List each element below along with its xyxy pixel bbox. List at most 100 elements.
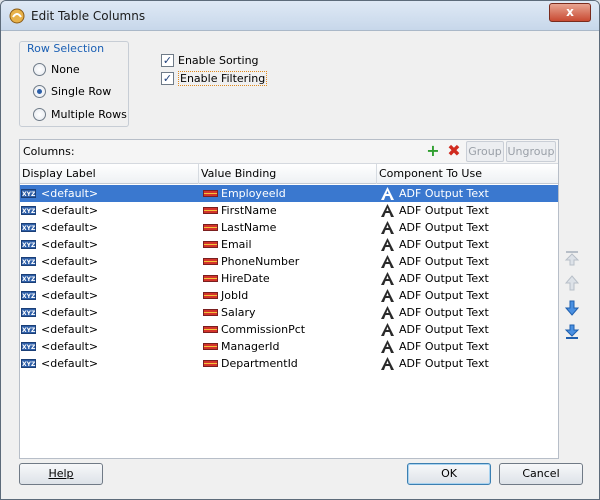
cell-value-binding[interactable]: FirstName — [203, 202, 377, 219]
cancel-button[interactable]: Cancel — [499, 463, 583, 485]
cell-component-to-use[interactable]: ADF Output Text — [380, 270, 556, 287]
table-row[interactable]: XYZ <default> ManagerId ADF Output Text — [20, 338, 558, 355]
table-row[interactable]: XYZ <default> CommissionPct ADF Output Text — [20, 321, 558, 338]
xyz-icon: XYZ — [21, 359, 36, 368]
cell-component-to-use[interactable]: ADF Output Text — [380, 236, 556, 253]
dialog-title: Edit Table Columns — [31, 9, 146, 23]
cell-value-binding[interactable]: DepartmentId — [203, 355, 377, 372]
xyz-icon: XYZ — [21, 274, 36, 283]
enable-sorting-checkbox[interactable]: ✓ Enable Sorting — [161, 54, 259, 67]
table-row[interactable]: XYZ <default> EmployeeId ADF Output Text — [20, 185, 558, 202]
adf-output-text-icon — [381, 255, 394, 268]
group-button[interactable]: Group — [466, 141, 504, 162]
move-to-bottom-icon[interactable] — [564, 324, 580, 340]
binding-icon — [203, 275, 218, 282]
cell-component-to-use[interactable]: ADF Output Text — [380, 338, 556, 355]
delete-column-icon[interactable]: ✖ — [445, 142, 463, 160]
table-header: Display Label Value Binding Component To… — [20, 164, 558, 184]
table-row[interactable]: XYZ <default> Salary ADF Output Text — [20, 304, 558, 321]
cell-component-to-use[interactable]: ADF Output Text — [380, 219, 556, 236]
binding-icon — [203, 309, 218, 316]
component-text: ADF Output Text — [399, 255, 489, 268]
xyz-icon: XYZ — [21, 257, 36, 266]
cell-component-to-use[interactable]: ADF Output Text — [380, 355, 556, 372]
cell-value-binding[interactable]: HireDate — [203, 270, 377, 287]
cell-display-label[interactable]: XYZ <default> — [21, 236, 199, 253]
table-row[interactable]: XYZ <default> PhoneNumber ADF Output Text — [20, 253, 558, 270]
cell-display-label[interactable]: XYZ <default> — [21, 253, 199, 270]
cell-value-binding[interactable]: LastName — [203, 219, 377, 236]
display-label-text: <default> — [41, 306, 99, 319]
cell-value-binding[interactable]: CommissionPct — [203, 321, 377, 338]
binding-icon — [203, 292, 218, 299]
cell-component-to-use[interactable]: ADF Output Text — [380, 185, 556, 202]
cell-display-label[interactable]: XYZ <default> — [21, 219, 199, 236]
radio-multiple-rows[interactable]: Multiple Rows — [33, 108, 127, 121]
header-display-label[interactable]: Display Label — [20, 164, 199, 184]
xyz-icon: XYZ — [21, 291, 36, 300]
move-down-icon[interactable] — [564, 300, 580, 316]
cell-value-binding[interactable]: JobId — [203, 287, 377, 304]
radio-label-single-row: Single Row — [51, 85, 112, 98]
radio-button[interactable] — [33, 108, 46, 121]
display-label-text: <default> — [41, 255, 99, 268]
radio-button-checked[interactable] — [33, 85, 46, 98]
row-selection-legend: Row Selection — [25, 42, 107, 55]
radio-none[interactable]: None — [33, 63, 80, 76]
cell-component-to-use[interactable]: ADF Output Text — [380, 202, 556, 219]
cell-component-to-use[interactable]: ADF Output Text — [380, 287, 556, 304]
cell-display-label[interactable]: XYZ <default> — [21, 321, 199, 338]
binding-icon — [203, 241, 218, 248]
enable-filtering-checkbox[interactable]: ✓ Enable Filtering — [161, 71, 268, 86]
cell-component-to-use[interactable]: ADF Output Text — [380, 253, 556, 270]
table-row[interactable]: XYZ <default> HireDate ADF Output Text — [20, 270, 558, 287]
value-binding-text: Salary — [221, 306, 256, 319]
header-component-to-use[interactable]: Component To Use — [377, 164, 558, 184]
header-value-binding[interactable]: Value Binding — [199, 164, 377, 184]
cell-display-label[interactable]: XYZ <default> — [21, 338, 199, 355]
cell-component-to-use[interactable]: ADF Output Text — [380, 321, 556, 338]
table-row[interactable]: XYZ <default> JobId ADF Output Text — [20, 287, 558, 304]
ok-button[interactable]: OK — [407, 463, 491, 485]
adf-output-text-icon — [381, 238, 394, 251]
cell-display-label[interactable]: XYZ <default> — [21, 270, 199, 287]
table-row[interactable]: XYZ <default> Email ADF Output Text — [20, 236, 558, 253]
xyz-icon: XYZ — [21, 206, 36, 215]
cell-value-binding[interactable]: Email — [203, 236, 377, 253]
columns-table[interactable]: Display Label Value Binding Component To… — [20, 163, 558, 458]
value-binding-text: LastName — [221, 221, 277, 234]
radio-single-row[interactable]: Single Row — [33, 85, 111, 98]
display-label-text: <default> — [41, 272, 99, 285]
value-binding-text: EmployeeId — [221, 187, 286, 200]
table-row[interactable]: XYZ <default> FirstName ADF Output Text — [20, 202, 558, 219]
binding-icon — [203, 224, 218, 231]
adf-output-text-icon — [381, 187, 394, 200]
cell-value-binding[interactable]: ManagerId — [203, 338, 377, 355]
add-column-icon[interactable]: + — [424, 142, 442, 160]
move-to-top-icon[interactable] — [564, 250, 580, 266]
cell-display-label[interactable]: XYZ <default> — [21, 287, 199, 304]
value-binding-text: HireDate — [221, 272, 270, 285]
value-binding-text: ManagerId — [221, 340, 280, 353]
adf-output-text-icon — [381, 323, 394, 336]
checkbox-checked-icon[interactable]: ✓ — [161, 54, 174, 67]
radio-button[interactable] — [33, 63, 46, 76]
cell-display-label[interactable]: XYZ <default> — [21, 202, 199, 219]
table-row[interactable]: XYZ <default> LastName ADF Output Text — [20, 219, 558, 236]
table-row[interactable]: XYZ <default> DepartmentId ADF Output Text — [20, 355, 558, 372]
cell-value-binding[interactable]: EmployeeId — [203, 185, 377, 202]
cell-display-label[interactable]: XYZ <default> — [21, 355, 199, 372]
title-bar[interactable]: Edit Table Columns x — [1, 1, 599, 31]
close-button[interactable]: x — [549, 3, 591, 22]
checkbox-checked-icon[interactable]: ✓ — [161, 72, 174, 85]
ungroup-button[interactable]: Ungroup — [506, 141, 556, 162]
cell-display-label[interactable]: XYZ <default> — [21, 304, 199, 321]
cell-value-binding[interactable]: Salary — [203, 304, 377, 321]
cell-component-to-use[interactable]: ADF Output Text — [380, 304, 556, 321]
enable-sorting-label: Enable Sorting — [178, 54, 259, 67]
cell-value-binding[interactable]: PhoneNumber — [203, 253, 377, 270]
move-up-icon[interactable] — [564, 275, 580, 291]
component-text: ADF Output Text — [399, 272, 489, 285]
help-button[interactable]: Help — [19, 463, 103, 485]
cell-display-label[interactable]: XYZ <default> — [21, 185, 199, 202]
